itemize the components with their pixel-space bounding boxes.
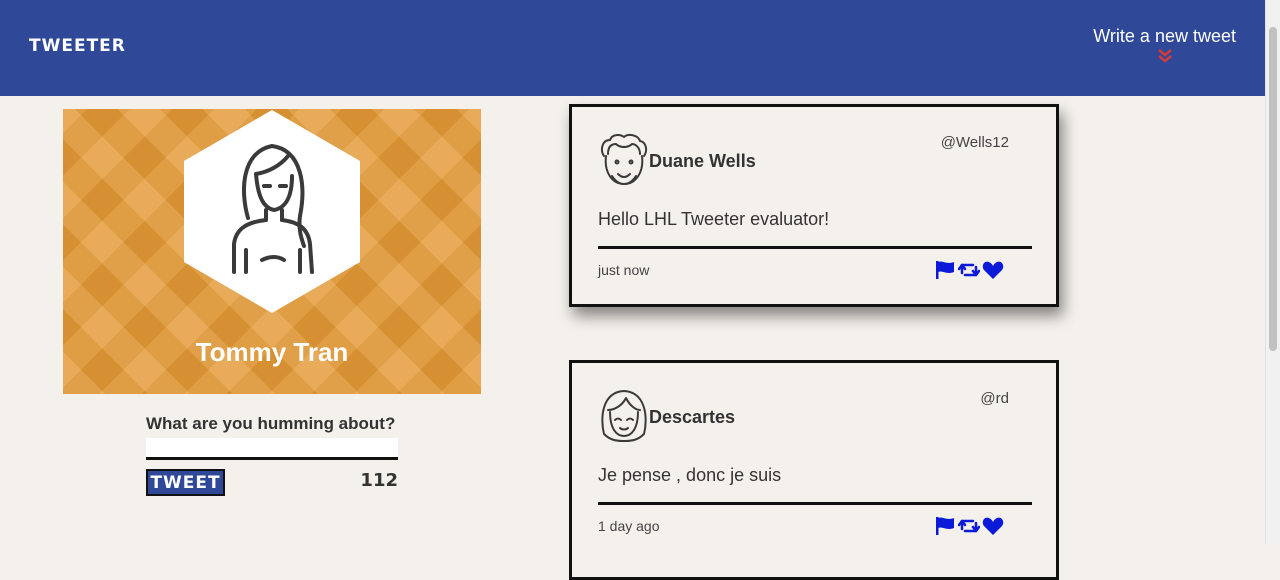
tweet-content: Hello LHL Tweeter evaluator! bbox=[598, 209, 830, 229]
tweet-card: Duane Wells @Wells12 Hello LHL Tweeter e… bbox=[569, 104, 1059, 307]
tweet-divider bbox=[598, 246, 1032, 249]
bob-hair-avatar-icon bbox=[601, 390, 647, 442]
profile-banner: Tommy Tran bbox=[63, 109, 481, 394]
flag-icon[interactable] bbox=[934, 516, 956, 536]
profile-name: Tommy Tran bbox=[195, 337, 349, 367]
curly-hair-avatar-icon bbox=[601, 133, 648, 185]
tweet-content: Je pense , donc je suis bbox=[598, 465, 782, 485]
flag-icon[interactable] bbox=[934, 260, 956, 280]
user-avatar-icon bbox=[184, 110, 360, 313]
scrollbar-thumb[interactable] bbox=[1269, 27, 1277, 351]
tweet-card: Descartes @rd Je pense , donc je suis 1 … bbox=[569, 360, 1059, 580]
double-chevron-down-icon bbox=[1157, 49, 1172, 63]
tweet-text-input[interactable] bbox=[146, 438, 398, 460]
tweet-divider bbox=[598, 502, 1032, 505]
tweet-handle: @Wells12 bbox=[940, 134, 1009, 151]
tweet-handle: @rd bbox=[980, 390, 1009, 407]
heart-icon[interactable] bbox=[982, 260, 1004, 280]
char-counter: 112 bbox=[360, 470, 398, 491]
tweet-actions bbox=[934, 516, 1006, 536]
submit-tweet-button[interactable]: TWEET bbox=[146, 469, 225, 496]
brand-logo[interactable]: TWEETER bbox=[29, 36, 126, 56]
tweet-timestamp: 1 day ago bbox=[598, 518, 660, 534]
tweet-input-label: What are you humming about? bbox=[146, 414, 396, 433]
page-scrollbar[interactable] bbox=[1265, 0, 1280, 544]
write-new-tweet-label: Write a new tweet bbox=[1093, 26, 1236, 46]
heart-icon[interactable] bbox=[982, 516, 1004, 536]
tweet-author: Duane Wells bbox=[649, 151, 756, 171]
new-tweet-form: What are you humming about? TWEET 112 bbox=[146, 414, 398, 496]
tweet-actions bbox=[934, 260, 1006, 280]
tweet-author: Descartes bbox=[649, 407, 736, 427]
top-navbar: TWEETER Write a new tweet bbox=[0, 0, 1265, 96]
write-new-tweet-button[interactable]: Write a new tweet bbox=[1093, 26, 1236, 63]
retweet-icon[interactable] bbox=[957, 516, 981, 536]
retweet-icon[interactable] bbox=[957, 260, 981, 280]
tweet-timestamp: just now bbox=[598, 262, 650, 278]
